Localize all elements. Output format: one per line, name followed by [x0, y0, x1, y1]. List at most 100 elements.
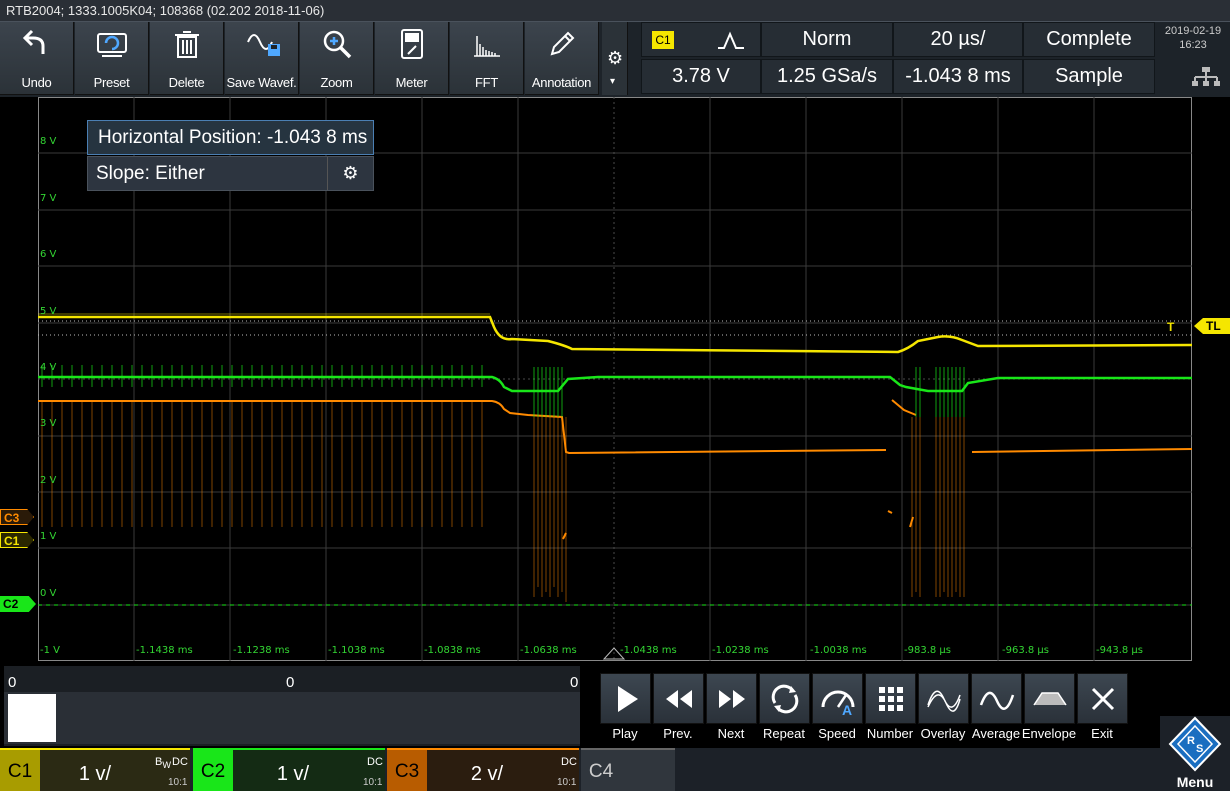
x-label: -1.0038 ms — [810, 645, 867, 656]
channel-c1[interactable]: C1 1 v/ BW DC 10:1 — [0, 748, 190, 791]
envelope-icon — [1033, 692, 1067, 706]
gear-icon: ⚙ — [342, 163, 359, 183]
segment-end: 0 — [570, 674, 579, 691]
x-label: -963.8 µs — [1002, 645, 1049, 656]
envelope-label: Envelope — [1021, 726, 1077, 741]
play-button[interactable] — [600, 673, 651, 724]
next-icon — [719, 690, 745, 708]
y-label: 0 V — [40, 588, 57, 599]
rohde-schwarz-logo-icon: R S — [1168, 716, 1222, 772]
x-label: -1.0238 ms — [712, 645, 769, 656]
save-waveform-label: Save Wavef. — [226, 75, 297, 90]
meter-icon — [401, 29, 423, 59]
acquisition-state[interactable]: Complete — [1023, 22, 1155, 57]
envelope-button[interactable] — [1024, 673, 1075, 724]
number-button[interactable] — [865, 673, 916, 724]
c2-probe-ratio: 10:1 — [363, 777, 383, 788]
preset-button[interactable]: Preset — [75, 22, 149, 95]
x-label: -1.1038 ms — [328, 645, 385, 656]
save-waveform-icon — [247, 34, 280, 56]
y-label: -1 V — [40, 645, 60, 656]
speed-button[interactable]: A — [812, 673, 863, 724]
trigger-mode[interactable]: Norm — [761, 22, 893, 57]
x-label: -983.8 µs — [904, 645, 951, 656]
undo-icon — [22, 29, 45, 54]
c2-tag: C2 — [193, 750, 233, 791]
gear-icon: ⚙ — [607, 48, 624, 68]
annotation-button[interactable]: Annotation — [525, 22, 599, 95]
edge-either-icon — [718, 31, 744, 49]
close-icon — [1091, 687, 1115, 711]
svg-text:A: A — [842, 702, 852, 717]
x-label: -1.0438 ms — [620, 645, 677, 656]
trigger-marker: T — [1167, 320, 1175, 334]
pencil-icon — [550, 31, 575, 56]
channel-c4[interactable]: C4 — [581, 748, 675, 791]
speed-icon: A — [821, 690, 855, 717]
channel-c3[interactable]: C3 2 v/ DC 10:1 — [387, 748, 579, 791]
preset-icon — [97, 33, 127, 57]
segment-slider[interactable] — [4, 692, 580, 744]
next-button[interactable] — [706, 673, 757, 724]
delete-button[interactable]: Delete — [150, 22, 224, 95]
horizontal-position-text: Horizontal Position: -1.043 8 ms — [98, 127, 368, 148]
timebase[interactable]: 20 µs/ — [893, 22, 1023, 57]
chevron-down-icon: ▾ — [610, 76, 616, 87]
sample-rate[interactable]: 1.25 GSa/s — [761, 59, 893, 94]
c1-coupling: DC — [172, 756, 188, 768]
slope-settings-button[interactable]: ⚙ — [327, 157, 373, 190]
c1-bandwidth: BW — [155, 756, 171, 770]
title-bar: RTB2004; 1333.1005K04; 108368 (02.202 20… — [0, 0, 1230, 22]
zoom-button[interactable]: Zoom — [300, 22, 374, 95]
toolbar-settings-button[interactable]: ⚙ ▾ — [602, 22, 628, 95]
y-label: 2 V — [40, 475, 57, 486]
play-icon — [618, 686, 638, 712]
overlay-label: Overlay — [920, 726, 966, 741]
segment-current: 0 — [286, 674, 295, 691]
c1-offset-marker[interactable]: C1 — [0, 532, 34, 548]
undo-label: Undo — [21, 75, 52, 90]
horizontal-position[interactable]: -1.043 8 ms — [893, 59, 1023, 94]
c3-scale: 2 v/ — [470, 763, 504, 785]
y-label: 4 V — [40, 362, 57, 373]
x-label: -1.0638 ms — [520, 645, 577, 656]
fft-icon — [474, 36, 500, 57]
meter-button[interactable]: Meter — [375, 22, 449, 95]
acquisition-mode[interactable]: Sample — [1023, 59, 1155, 94]
save-waveform-button[interactable]: Save Wavef. — [225, 22, 299, 95]
previous-label: Prev. — [663, 726, 693, 741]
datetime: 2019-02-19 16:23 — [1158, 24, 1228, 52]
undo-button[interactable]: Undo — [0, 22, 74, 95]
trigger-source-cell[interactable]: C1 — [641, 22, 761, 57]
average-icon — [979, 691, 1015, 710]
c3-offset-marker[interactable]: C3 — [0, 509, 34, 525]
y-label: 5 V — [40, 306, 57, 317]
svg-text:R: R — [1187, 735, 1195, 747]
menu-button[interactable]: R S Menu — [1160, 716, 1230, 791]
average-button[interactable] — [971, 673, 1022, 724]
delete-label: Delete — [168, 75, 205, 90]
fft-button[interactable]: FFT — [450, 22, 524, 95]
exit-label: Exit — [1091, 726, 1113, 741]
trigger-level-marker[interactable]: TL — [1194, 318, 1230, 334]
c2-offset-marker[interactable]: C2 — [0, 596, 36, 612]
svg-text:S: S — [1196, 743, 1203, 755]
number-grid-icon — [879, 687, 903, 711]
date: 2019-02-19 — [1164, 25, 1222, 37]
network-icon — [1192, 67, 1220, 86]
exit-button[interactable] — [1077, 673, 1128, 724]
c1-probe-ratio: 10:1 — [168, 777, 188, 788]
segment-slider-handle[interactable] — [8, 694, 56, 742]
slope-field[interactable]: Slope: Either ⚙ — [87, 156, 374, 191]
play-label: Play — [612, 726, 638, 741]
toolbar: Undo Preset Delete Save Wavef. Zoom Mete… — [0, 22, 1230, 97]
overlay-button[interactable] — [918, 673, 969, 724]
horizontal-position-field[interactable]: Horizontal Position: -1.043 8 ms — [87, 120, 374, 155]
channel-c2[interactable]: C2 1 v/ DC 10:1 — [193, 748, 385, 791]
speed-label: Speed — [818, 726, 856, 741]
previous-button[interactable] — [653, 673, 704, 724]
c1-scale: 1 v/ — [78, 763, 112, 785]
repeat-button[interactable] — [759, 673, 810, 724]
preset-label: Preset — [93, 75, 130, 90]
trigger-level[interactable]: 3.78 V — [641, 59, 761, 94]
